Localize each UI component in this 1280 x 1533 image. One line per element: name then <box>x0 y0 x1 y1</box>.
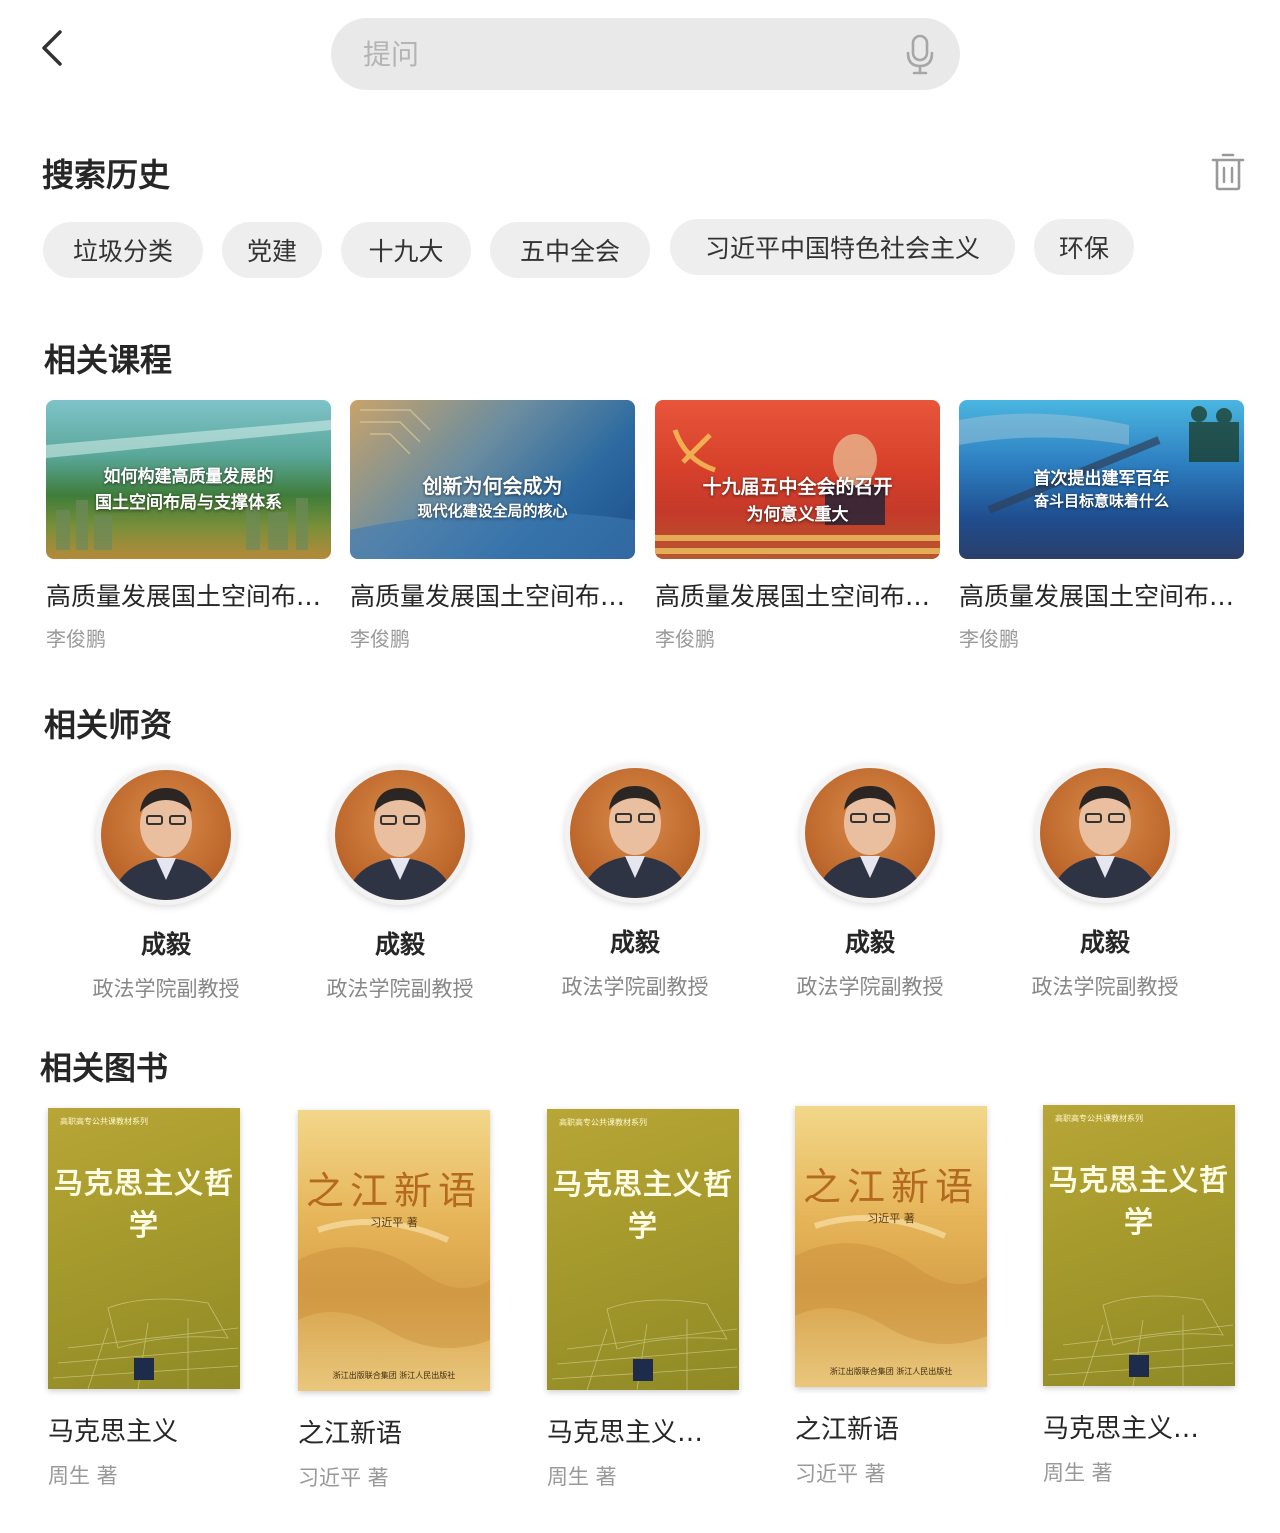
course-thumb-line1: 创新为何会成为 <box>422 474 563 498</box>
book-cover-publisher: 浙江出版联合集团 浙江人民出版社 <box>332 1371 456 1380</box>
search-history-title: 搜索历史 <box>42 156 171 194</box>
course-title: 高质量发展国土空间布局与支撑体系 <box>655 582 940 611</box>
chevron-left-icon <box>42 30 62 66</box>
course-thumb-line1: 如何构建高质量发展的 <box>103 467 274 487</box>
teacher-card[interactable]: 成毅 政法学院副教授 <box>300 765 500 1003</box>
book-card[interactable]: 高职高专公共课教材系列 马克思主义哲学 马克思主义哲学 周生 著 <box>547 1109 739 1491</box>
book-title: 之江新语 <box>298 1419 403 1449</box>
teacher-card[interactable]: 成毅 政法学院副教授 <box>770 763 970 1001</box>
avatar <box>1035 763 1175 903</box>
course-thumb-line1: 首次提出建军百年 <box>1033 469 1170 489</box>
avatar <box>565 763 705 903</box>
book-cover-author: 习近平 著 <box>370 1216 418 1229</box>
teacher-position: 政法学院副教授 <box>1031 975 1179 999</box>
course-thumb-line2: 奋斗目标意味着什么 <box>1033 492 1169 510</box>
book-cover-series: 高职高专公共课教材系列 <box>559 1118 647 1127</box>
book-cover-title: 之江新语 <box>802 1165 979 1209</box>
history-chip[interactable]: 五中全会 <box>490 222 650 278</box>
book-cover-title: 之江新语 <box>305 1169 482 1213</box>
course-card[interactable]: 创新为何会成为 现代化建设全局的核心 高质量发展国土空间布局与支撑体系 李俊鹏 <box>350 400 635 652</box>
course-card[interactable]: 十九届五中全会的召开 为何意义重大 高质量发展国土空间布局与支撑体系 李俊鹏 <box>655 400 940 652</box>
book-cover-title: 马克思主义哲学 <box>1048 1163 1229 1239</box>
history-chip[interactable]: 党建 <box>222 222 322 278</box>
course-title: 高质量发展国土空间布局与支撑体系 <box>959 582 1244 611</box>
book-card[interactable]: 高职高专公共课教材系列 马克思主义哲学 马克思主义哲学 周生 著 <box>1043 1105 1235 1487</box>
course-thumb-line2: 国土空间布局与支撑体系 <box>95 493 282 513</box>
course-thumb-line2: 现代化建设全局的核心 <box>417 502 568 520</box>
course-author: 李俊鹏 <box>350 627 410 651</box>
book-author: 周生 著 <box>547 1465 617 1489</box>
history-chip[interactable]: 环保 <box>1034 219 1134 275</box>
trash-icon[interactable] <box>1210 153 1246 191</box>
book-cover: 高职高专公共课教材系列 马克思主义哲学 <box>547 1109 739 1390</box>
related-teachers-title: 相关师资 <box>44 706 173 744</box>
book-title: 马克思主义哲学 <box>547 1418 707 1448</box>
course-thumbnail: 十九届五中全会的召开 为何意义重大 <box>655 400 940 559</box>
book-cover-author: 习近平 著 <box>867 1212 915 1225</box>
book-title: 马克思主义哲学 <box>1043 1414 1203 1444</box>
book-author: 习近平 著 <box>298 1466 389 1490</box>
teacher-card[interactable]: 成毅 政法学院副教授 <box>535 763 735 1001</box>
teacher-position: 政法学院副教授 <box>796 975 944 999</box>
related-courses-title: 相关课程 <box>44 341 173 379</box>
book-card[interactable]: 之江新语 习近平 著 浙江出版联合集团 浙江人民出版社 之江新语 习近平 著 <box>298 1110 490 1492</box>
microphone-icon[interactable] <box>904 34 936 76</box>
search-bar[interactable] <box>331 18 960 90</box>
avatar <box>330 765 470 905</box>
course-card[interactable]: 首次提出建军百年 奋斗目标意味着什么 高质量发展国土空间布局与支撑体系 李俊鹏 <box>959 400 1244 652</box>
book-title: 之江新语 <box>795 1415 900 1445</box>
book-cover: 高职高专公共课教材系列 马克思主义哲学 <box>1043 1105 1235 1386</box>
course-thumbnail: 首次提出建军百年 奋斗目标意味着什么 <box>959 400 1244 559</box>
avatar <box>800 763 940 903</box>
book-cover-publisher: 浙江出版联合集团 浙江人民出版社 <box>829 1367 953 1376</box>
teacher-name: 成毅 <box>374 930 425 959</box>
book-author: 周生 著 <box>48 1464 118 1488</box>
history-chip[interactable]: 习近平中国特色社会主义 <box>670 219 1015 275</box>
history-chip[interactable]: 垃圾分类 <box>43 222 203 278</box>
book-author: 周生 著 <box>1043 1461 1113 1485</box>
book-cover-series: 高职高专公共课教材系列 <box>60 1117 148 1126</box>
avatar <box>96 765 236 905</box>
teacher-card[interactable]: 成毅 政法学院副教授 <box>66 765 266 1003</box>
search-input[interactable] <box>363 18 883 90</box>
course-title: 高质量发展国土空间布局与支撑体系 <box>46 582 331 611</box>
course-author: 李俊鹏 <box>655 627 715 651</box>
course-thumb-line2: 为何意义重大 <box>746 505 849 525</box>
teacher-name: 成毅 <box>609 928 660 957</box>
teacher-name: 成毅 <box>140 930 191 959</box>
course-thumb-line1: 十九届五中全会的召开 <box>702 476 893 498</box>
course-title: 高质量发展国土空间布局与支撑体系 <box>350 582 635 611</box>
book-cover: 之江新语 习近平 著 浙江出版联合集团 浙江人民出版社 <box>298 1110 490 1391</box>
book-cover: 之江新语 习近平 著 浙江出版联合集团 浙江人民出版社 <box>795 1106 987 1387</box>
back-button[interactable] <box>34 26 74 70</box>
teacher-position: 政法学院副教授 <box>326 977 474 1001</box>
book-cover-series: 高职高专公共课教材系列 <box>1055 1114 1143 1123</box>
book-card[interactable]: 之江新语 习近平 著 浙江出版联合集团 浙江人民出版社 之江新语 习近平 著 <box>795 1106 987 1488</box>
course-thumbnail: 创新为何会成为 现代化建设全局的核心 <box>350 400 635 559</box>
book-cover-title: 马克思主义哲学 <box>53 1166 234 1242</box>
course-card[interactable]: 如何构建高质量发展的 国土空间布局与支撑体系 高质量发展国土空间布局与支撑体系 … <box>46 400 331 652</box>
teacher-position: 政法学院副教授 <box>561 975 709 999</box>
book-cover-title: 马克思主义哲学 <box>552 1167 733 1243</box>
course-author: 李俊鹏 <box>959 627 1019 651</box>
course-thumbnail: 如何构建高质量发展的 国土空间布局与支撑体系 <box>46 400 331 559</box>
related-books-title: 相关图书 <box>40 1049 169 1087</box>
book-author: 习近平 著 <box>795 1462 886 1486</box>
teacher-name: 成毅 <box>844 928 895 957</box>
teacher-position: 政法学院副教授 <box>92 977 240 1001</box>
book-title: 马克思主义 <box>48 1417 179 1447</box>
book-card[interactable]: 高职高专公共课教材系列 马克思主义哲学 马克思主义 周生 著 <box>48 1108 240 1490</box>
course-author: 李俊鹏 <box>46 627 106 651</box>
book-cover: 高职高专公共课教材系列 马克思主义哲学 <box>48 1108 240 1389</box>
teacher-name: 成毅 <box>1079 928 1130 957</box>
history-chip[interactable]: 十九大 <box>341 222 471 278</box>
teacher-card[interactable]: 成毅 政法学院副教授 <box>1005 763 1205 1001</box>
